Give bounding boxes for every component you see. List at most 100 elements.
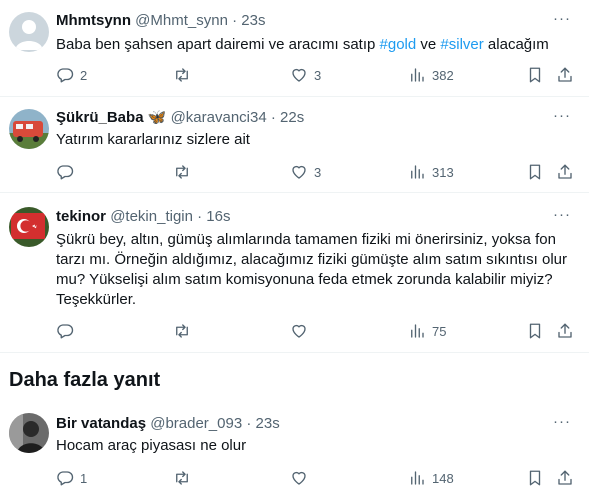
views-count: 313 [432, 164, 454, 180]
retweet-icon [176, 68, 188, 82]
views-count: 75 [432, 323, 447, 339]
reply-button[interactable] [56, 162, 80, 182]
default-avatar-icon [9, 12, 49, 52]
tweet-4[interactable]: Bir vatandaş @brader_093 · 23s ··· Hocam… [0, 403, 589, 503]
bookmark-button[interactable] [526, 468, 544, 488]
more-icon[interactable]: ··· [553, 106, 571, 126]
retweet-button[interactable] [173, 468, 191, 488]
avatar[interactable] [9, 12, 49, 52]
more-replies-heading: Daha fazla yanıt [9, 369, 161, 391]
retweet-button[interactable] [173, 321, 191, 341]
avatar[interactable] [9, 207, 49, 247]
like-button[interactable] [290, 468, 314, 488]
display-name[interactable]: Bir vatandaş [56, 415, 146, 432]
reply-count: 2 [80, 67, 88, 83]
reply-button[interactable]: 2 [56, 65, 87, 85]
share-icon [558, 67, 572, 82]
views-count: 382 [432, 67, 454, 83]
heart-icon [292, 324, 306, 338]
like-button[interactable]: 3 [290, 65, 321, 85]
caravan-avatar-icon [9, 109, 49, 149]
views-icon [411, 324, 424, 338]
heart-icon [292, 68, 306, 82]
share-button[interactable] [556, 65, 574, 85]
tweet-text: Şükrü bey, altın, gümüş alımlarında tama… [56, 231, 567, 308]
views-icon [411, 165, 424, 179]
timestamp[interactable]: · 22s [271, 109, 304, 126]
tweet-3[interactable]: tekinor @tekin_tigin · 16s ··· Şükrü bey… [0, 193, 589, 353]
timestamp[interactable]: · 16s [197, 208, 230, 225]
reply-icon [57, 471, 74, 486]
heart-icon [292, 471, 306, 485]
reply-count: 1 [80, 470, 88, 486]
tweet-actions: 1 148 [56, 468, 580, 488]
retweet-button[interactable] [173, 65, 191, 85]
display-name[interactable]: tekinor [56, 208, 106, 225]
tweet-header: Mhmtsynn @Mhmt_synn · 23s [56, 11, 265, 31]
share-icon [558, 323, 572, 338]
butterfly-icon: 🦋 [147, 109, 167, 126]
tweet-text-part: ve [416, 36, 441, 53]
avatar[interactable] [9, 413, 49, 453]
like-button[interactable]: 3 [290, 162, 321, 182]
user-handle[interactable]: @tekin_tigin [110, 208, 193, 225]
more-icon[interactable]: ··· [553, 205, 571, 225]
bookmark-button[interactable] [526, 321, 544, 341]
views-button[interactable]: 148 [408, 468, 454, 488]
avatar[interactable] [9, 109, 49, 149]
retweet-icon [176, 471, 188, 485]
share-icon [558, 164, 572, 179]
flag-avatar-icon [9, 207, 49, 247]
bookmark-button[interactable] [526, 65, 544, 85]
tweet-text: Baba ben şahsen apart dairemi ve aracımı… [56, 35, 576, 55]
heart-icon [292, 165, 306, 179]
tweet-header: tekinor @tekin_tigin · 16s [56, 207, 231, 227]
bookmark-icon [529, 323, 541, 339]
retweet-icon [176, 324, 188, 338]
like-count: 3 [314, 164, 322, 180]
tweet-text-part: alacağım [483, 36, 549, 53]
bookmark-icon [529, 470, 541, 486]
views-button[interactable]: 382 [408, 65, 454, 85]
like-button[interactable] [290, 321, 314, 341]
share-button[interactable] [556, 468, 574, 488]
bookmark-button[interactable] [526, 162, 544, 182]
tweet-actions: 2 3 382 [56, 65, 580, 85]
share-button[interactable] [556, 162, 574, 182]
timestamp[interactable]: · 23s [246, 415, 279, 432]
views-button[interactable]: 75 [408, 321, 446, 341]
display-name[interactable]: Şükrü_Baba [56, 109, 144, 126]
hashtag-silver[interactable]: #silver [440, 36, 483, 53]
tweet-text-part: Baba ben şahsen apart dairemi ve aracımı… [56, 36, 380, 53]
user-handle[interactable]: @karavanci34 [171, 109, 267, 126]
tweet-actions: 75 [56, 321, 580, 341]
user-handle[interactable]: @Mhmt_synn [135, 12, 228, 29]
timestamp[interactable]: · 23s [232, 12, 265, 29]
bookmark-icon [529, 164, 541, 180]
tweet-header: Şükrü_Baba 🦋 @karavanci34 · 22s [56, 108, 304, 128]
share-icon [558, 470, 572, 485]
reply-icon [57, 68, 74, 83]
user-handle[interactable]: @brader_093 [150, 415, 242, 432]
views-count: 148 [432, 470, 454, 486]
retweet-icon [176, 165, 188, 179]
retweet-button[interactable] [173, 162, 191, 182]
more-icon[interactable]: ··· [553, 412, 571, 432]
tweet-header: Bir vatandaş @brader_093 · 23s [56, 414, 280, 434]
like-count: 3 [314, 67, 322, 83]
hashtag-gold[interactable]: #gold [380, 36, 417, 53]
reply-button[interactable] [56, 321, 80, 341]
tweet-text: Hocam araç piyasası ne olur [56, 437, 247, 454]
tweet-2[interactable]: Şükrü_Baba 🦋 @karavanci34 · 22s ··· Yatı… [0, 97, 589, 193]
share-button[interactable] [556, 321, 574, 341]
tweet-text: Yatırım kararlarınız sizlere ait [56, 131, 250, 148]
tweet-1[interactable]: Mhmtsynn @Mhmt_synn · 23s ··· Baba ben ş… [0, 0, 589, 97]
display-name[interactable]: Mhmtsynn [56, 12, 131, 29]
reply-button[interactable]: 1 [56, 468, 87, 488]
tweet-actions: 3 313 [56, 162, 580, 182]
reply-icon [57, 324, 74, 339]
reply-icon [57, 165, 74, 180]
more-icon[interactable]: ··· [553, 9, 571, 29]
views-button[interactable]: 313 [408, 162, 454, 182]
views-icon [411, 471, 424, 485]
